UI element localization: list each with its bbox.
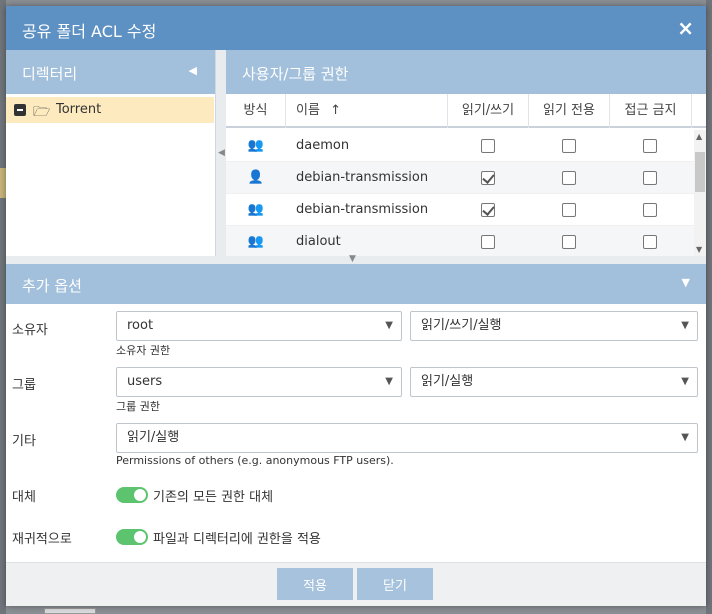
group-icon: 👥 [247,234,265,249]
ro-checkbox[interactable] [562,139,576,153]
group-select[interactable]: users ▼ [116,367,402,397]
group-perm-select[interactable]: 읽기/실행 ▼ [410,367,698,397]
rw-checkbox[interactable] [481,171,495,185]
chevron-down-icon: ▼ [385,376,393,387]
table-row[interactable]: 👥 dialout [226,226,706,256]
replace-toggle[interactable] [116,487,148,503]
apply-button[interactable]: 적용 [277,568,353,600]
permissions-header: 사용자/그룹 권한 [226,50,706,94]
dialog-footer: 적용 닫기 [6,562,706,606]
table-row[interactable]: 👥 daemon [226,130,706,162]
permissions-scrollbar[interactable]: ▲ ▼ [694,130,706,256]
other-perm-select[interactable]: 읽기/실행 ▼ [116,423,698,453]
group-perm-value: 읽기/실행 [421,374,474,389]
close-icon[interactable]: × [677,16,694,40]
replace-label: 대체 [12,490,36,505]
chevron-down-icon: ▼ [681,320,689,331]
group-icon: 👥 [247,138,265,153]
user-icon: 👤 [247,170,265,185]
tree-item-label: Torrent [56,102,102,117]
options-header-label: 추가 옵션 [22,277,82,295]
owner-label: 소유자 [12,323,48,338]
sort-asc-icon: ↑ [330,103,341,118]
col-deny[interactable]: 접근 금지 [610,94,692,128]
other-perm-value: 읽기/실행 [127,430,180,445]
col-name[interactable]: 이름 ↑ [286,94,448,128]
backdrop-control [44,608,96,614]
recursive-toggle[interactable] [116,529,148,545]
dialog-titlebar: 공유 폴더 ACL 수정 × [6,6,706,50]
col-type[interactable]: 방식 [226,94,286,128]
row-name: debian-transmission [296,170,429,185]
owner-select-value: root [127,318,154,333]
group-icon: 👥 [247,202,265,217]
chevron-down-icon: ▼ [385,320,393,331]
permissions-grid-header: 방식 이름 ↑ 읽기/쓰기 읽기 전용 접근 금지 [226,94,706,128]
owner-hint: 소유자 권한 [116,344,171,357]
row-name: daemon [296,138,350,153]
splitter-down-icon[interactable]: ▼ [349,254,356,264]
chevron-down-icon[interactable]: ▼ [682,276,690,289]
options-header[interactable]: 추가 옵션 ▼ [6,264,706,304]
ro-checkbox[interactable] [562,203,576,217]
rw-checkbox[interactable] [481,139,495,153]
chevron-down-icon: ▼ [681,432,689,443]
rw-checkbox[interactable] [481,235,495,249]
col-read-write[interactable]: 읽기/쓰기 [448,94,529,128]
directory-pane: 디렉터리 ◀ 🗁 Torrent [6,50,216,256]
permissions-rows: 👥 daemon 👤 debian-transmission 👥 debian-… [226,130,706,256]
recursive-label: 재귀적으로 [12,532,72,547]
directory-header: 디렉터리 ◀ [6,50,215,94]
col-name-label: 이름 [296,103,320,118]
owner-perm-value: 읽기/쓰기/실행 [421,318,502,333]
tree-item-torrent[interactable]: 🗁 Torrent [6,97,214,123]
close-button[interactable]: 닫기 [357,568,433,600]
recursive-toggle-label: 파일과 디렉터리에 권한을 적용 [153,532,321,547]
splitter-left-icon[interactable]: ◀ [218,148,225,158]
owner-perm-select[interactable]: 읽기/쓰기/실행 ▼ [410,311,698,341]
scroll-thumb[interactable] [695,152,705,192]
deny-checkbox[interactable] [643,203,657,217]
other-hint: Permissions of others (e.g. anonymous FT… [116,454,394,467]
ro-checkbox[interactable] [562,171,576,185]
deny-checkbox[interactable] [643,139,657,153]
dialog-title: 공유 폴더 ACL 수정 [22,22,157,41]
group-select-value: users [127,374,163,389]
vertical-splitter[interactable]: ◀ [216,50,226,256]
deny-checkbox[interactable] [643,171,657,185]
folder-open-icon: 🗁 [33,104,51,120]
group-hint: 그룹 권한 [116,400,160,413]
acl-dialog: 공유 폴더 ACL 수정 × 디렉터리 ◀ 🗁 Torrent ◀ 사용자/그룹… [6,6,706,606]
ro-checkbox[interactable] [562,235,576,249]
owner-select[interactable]: root ▼ [116,311,402,341]
horizontal-splitter[interactable]: ▼ [6,254,706,264]
row-name: debian-transmission [296,202,429,217]
scroll-down-icon[interactable]: ▼ [696,245,702,254]
permissions-pane: 사용자/그룹 권한 방식 이름 ↑ 읽기/쓰기 읽기 전용 접근 금지 👥 da… [226,50,706,256]
group-label: 그룹 [12,378,36,393]
scroll-up-icon[interactable]: ▲ [696,132,702,141]
replace-toggle-label: 기존의 모든 권한 대체 [153,490,274,505]
tree-collapse-icon[interactable] [14,104,26,116]
deny-checkbox[interactable] [643,235,657,249]
col-read-only[interactable]: 읽기 전용 [529,94,610,128]
collapse-left-icon[interactable]: ◀ [189,64,197,77]
directory-header-label: 디렉터리 [22,65,78,83]
other-label: 기타 [12,434,36,449]
table-row[interactable]: 👤 debian-transmission [226,162,706,194]
rw-checkbox[interactable] [481,203,495,217]
row-name: dialout [296,234,341,249]
backdrop-right [706,0,712,614]
chevron-down-icon: ▼ [681,376,689,387]
table-row[interactable]: 👥 debian-transmission [226,194,706,226]
